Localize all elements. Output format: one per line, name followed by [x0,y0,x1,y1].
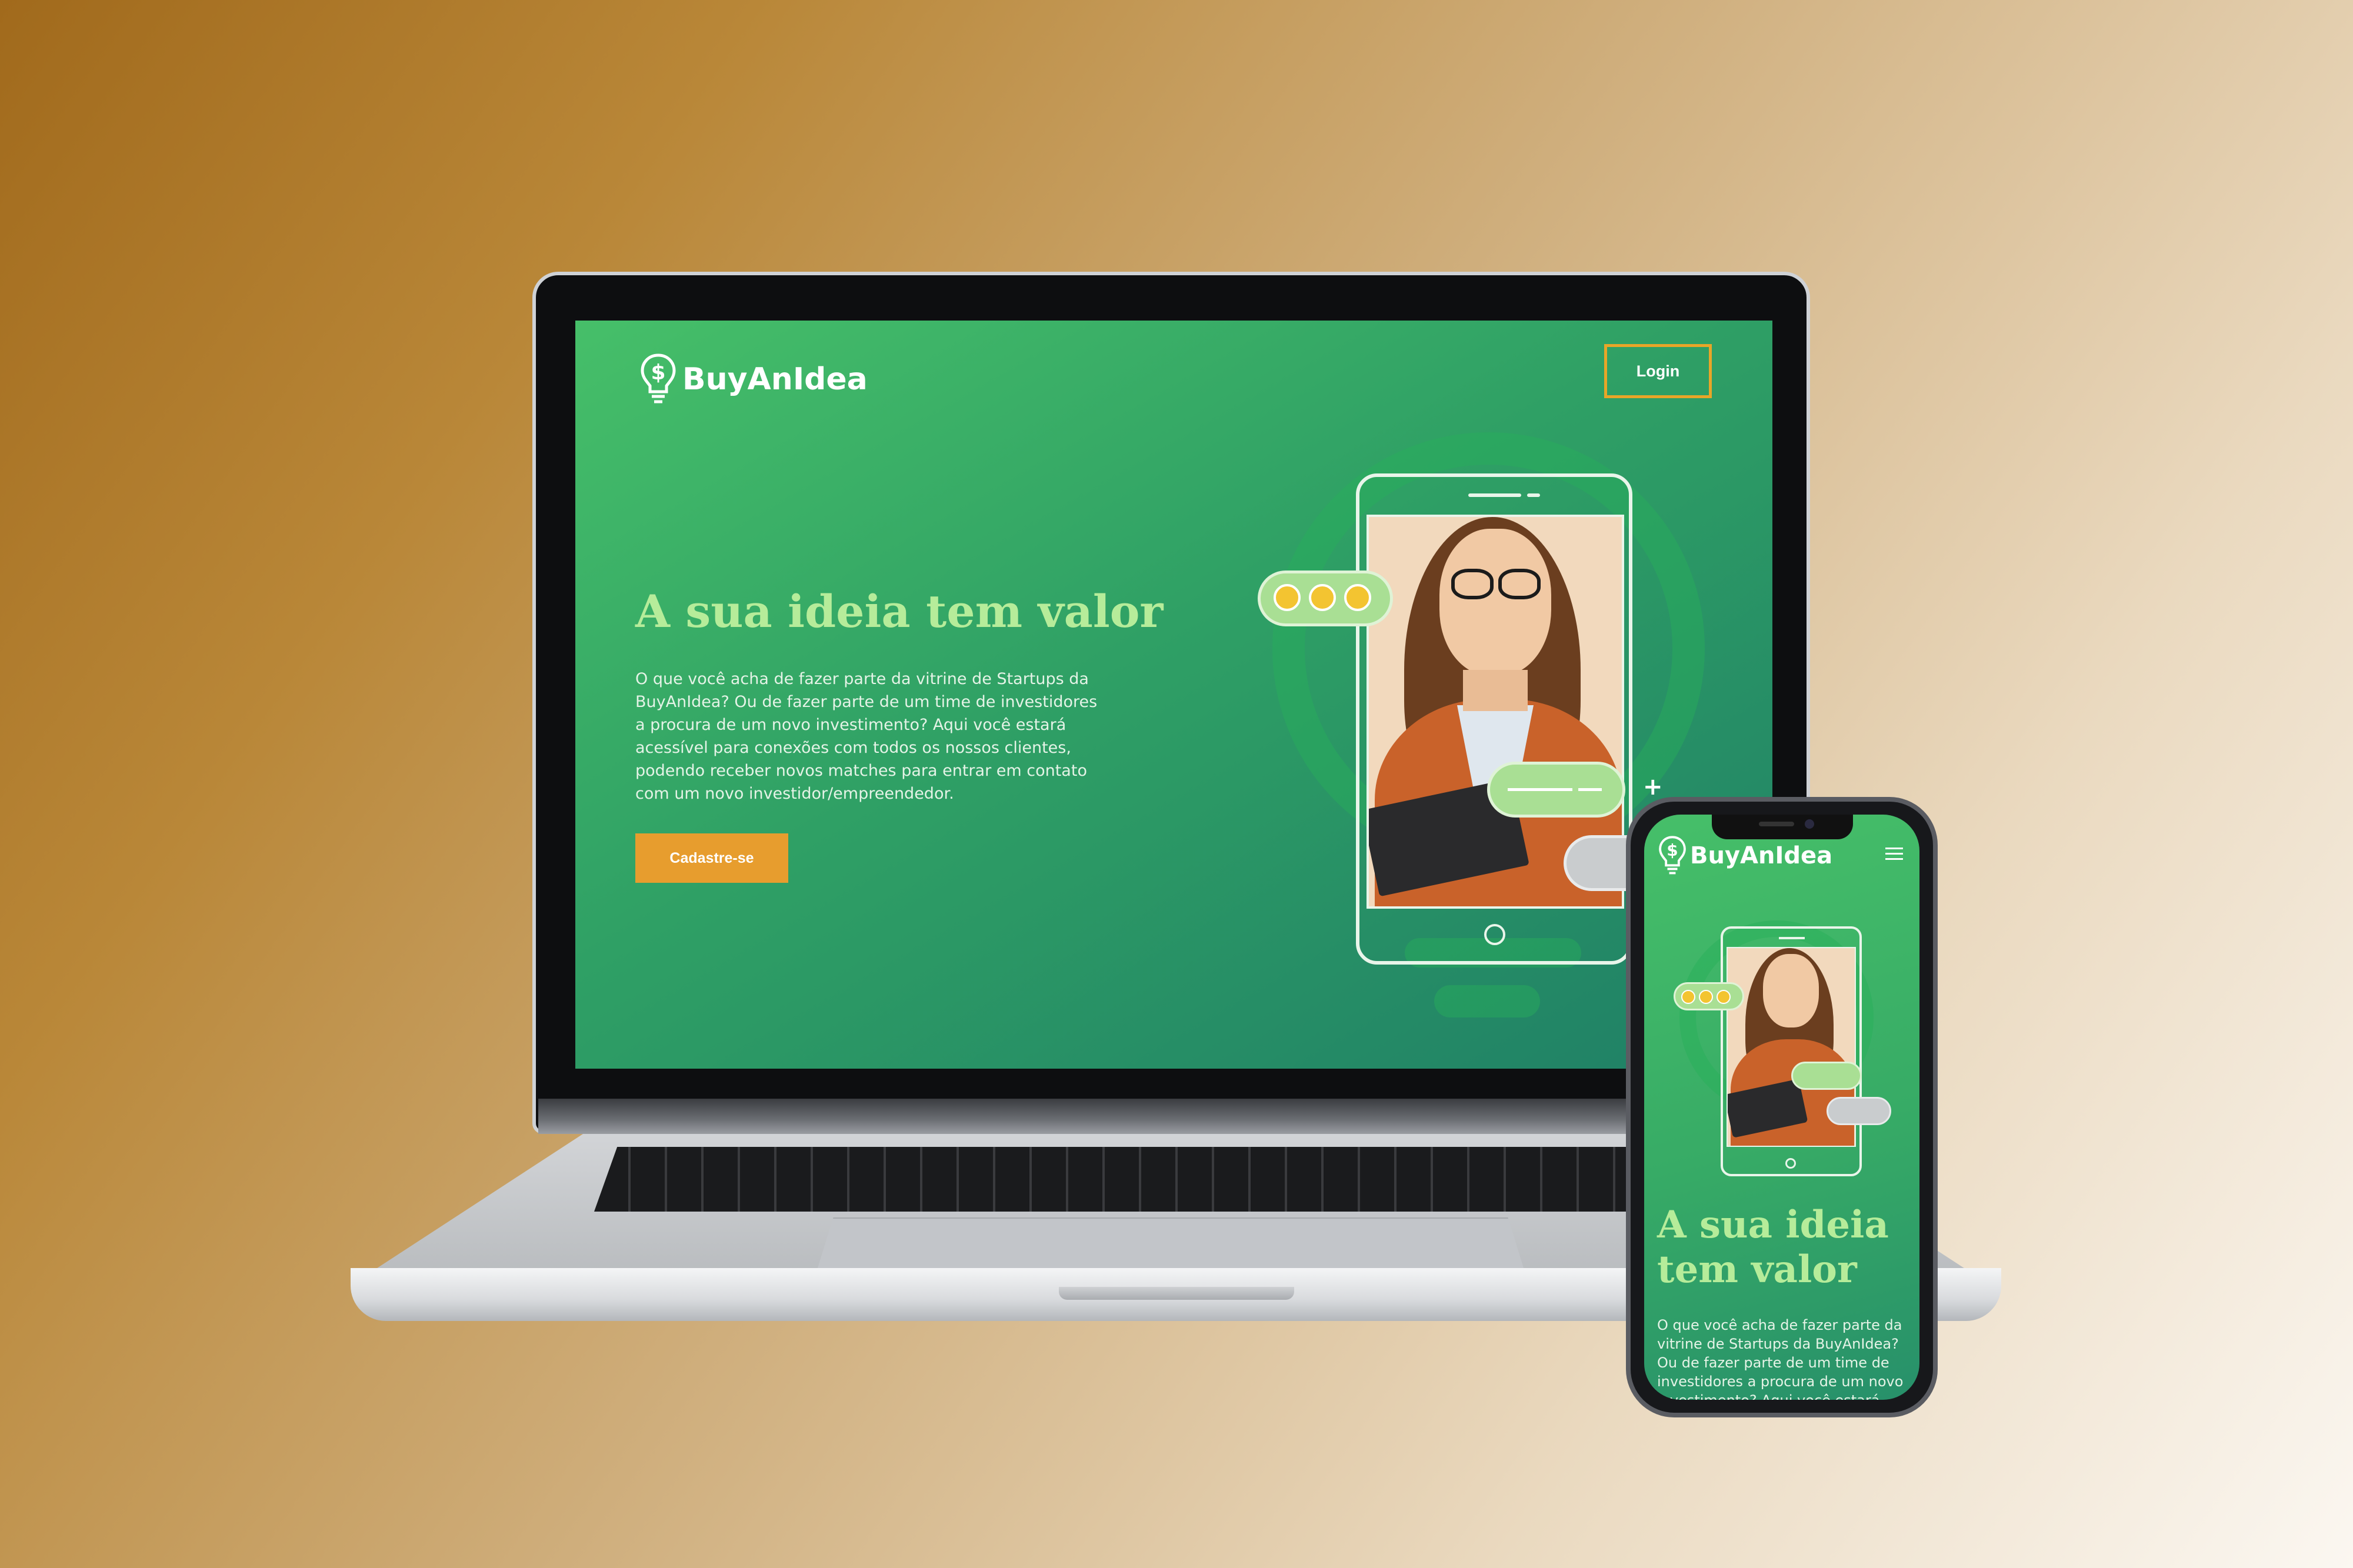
chat-bubble [1487,762,1625,818]
dollar-bulb-icon: $ [1659,836,1686,875]
rating-bubble [1258,571,1393,626]
illustration-shadow-bar [1434,985,1540,1017]
signup-button[interactable]: Cadastre-se [635,833,788,883]
logo-text: BuyAnIdea [682,362,868,397]
star-icon [1344,584,1371,611]
svg-text:$: $ [1667,840,1678,860]
svg-text:$: $ [651,361,665,385]
laptop-hinge [538,1099,1803,1134]
laptop-front-notch [1059,1287,1294,1300]
site-logo[interactable]: $ BuyAnIdea [640,350,868,409]
mobile-site-logo[interactable]: $ BuyAnIdea [1658,832,1832,879]
laptop-keyboard [594,1147,1747,1212]
star-icon [1699,990,1713,1004]
mobile-hero-title: A sua ideia tem valor [1657,1203,1889,1292]
star-icon [1309,584,1336,611]
hero-title: A sua ideia tem valor [635,585,1164,638]
mobile-logo-text: BuyAnIdea [1690,842,1833,869]
star-icon [1681,990,1695,1004]
plus-symbol: + [1643,773,1663,800]
mobile-hero-illustration [1674,920,1891,1191]
desktop-site: $ BuyAnIdea Login A sua ideia tem valor … [575,321,1772,1069]
mobile-hero-description: O que você acha de fazer parte da vitrin… [1657,1317,1904,1400]
hero-description: O que você acha de fazer parte da vitrin… [635,670,1098,803]
mobile-site: $ BuyAnIdea A sua ideia tem valor O que [1644,815,1919,1400]
login-button[interactable]: Login [1604,344,1712,398]
dollar-bulb-icon: $ [641,353,676,403]
star-icon [1717,990,1731,1004]
star-icon [1274,584,1301,611]
hamburger-icon[interactable] [1885,848,1903,860]
